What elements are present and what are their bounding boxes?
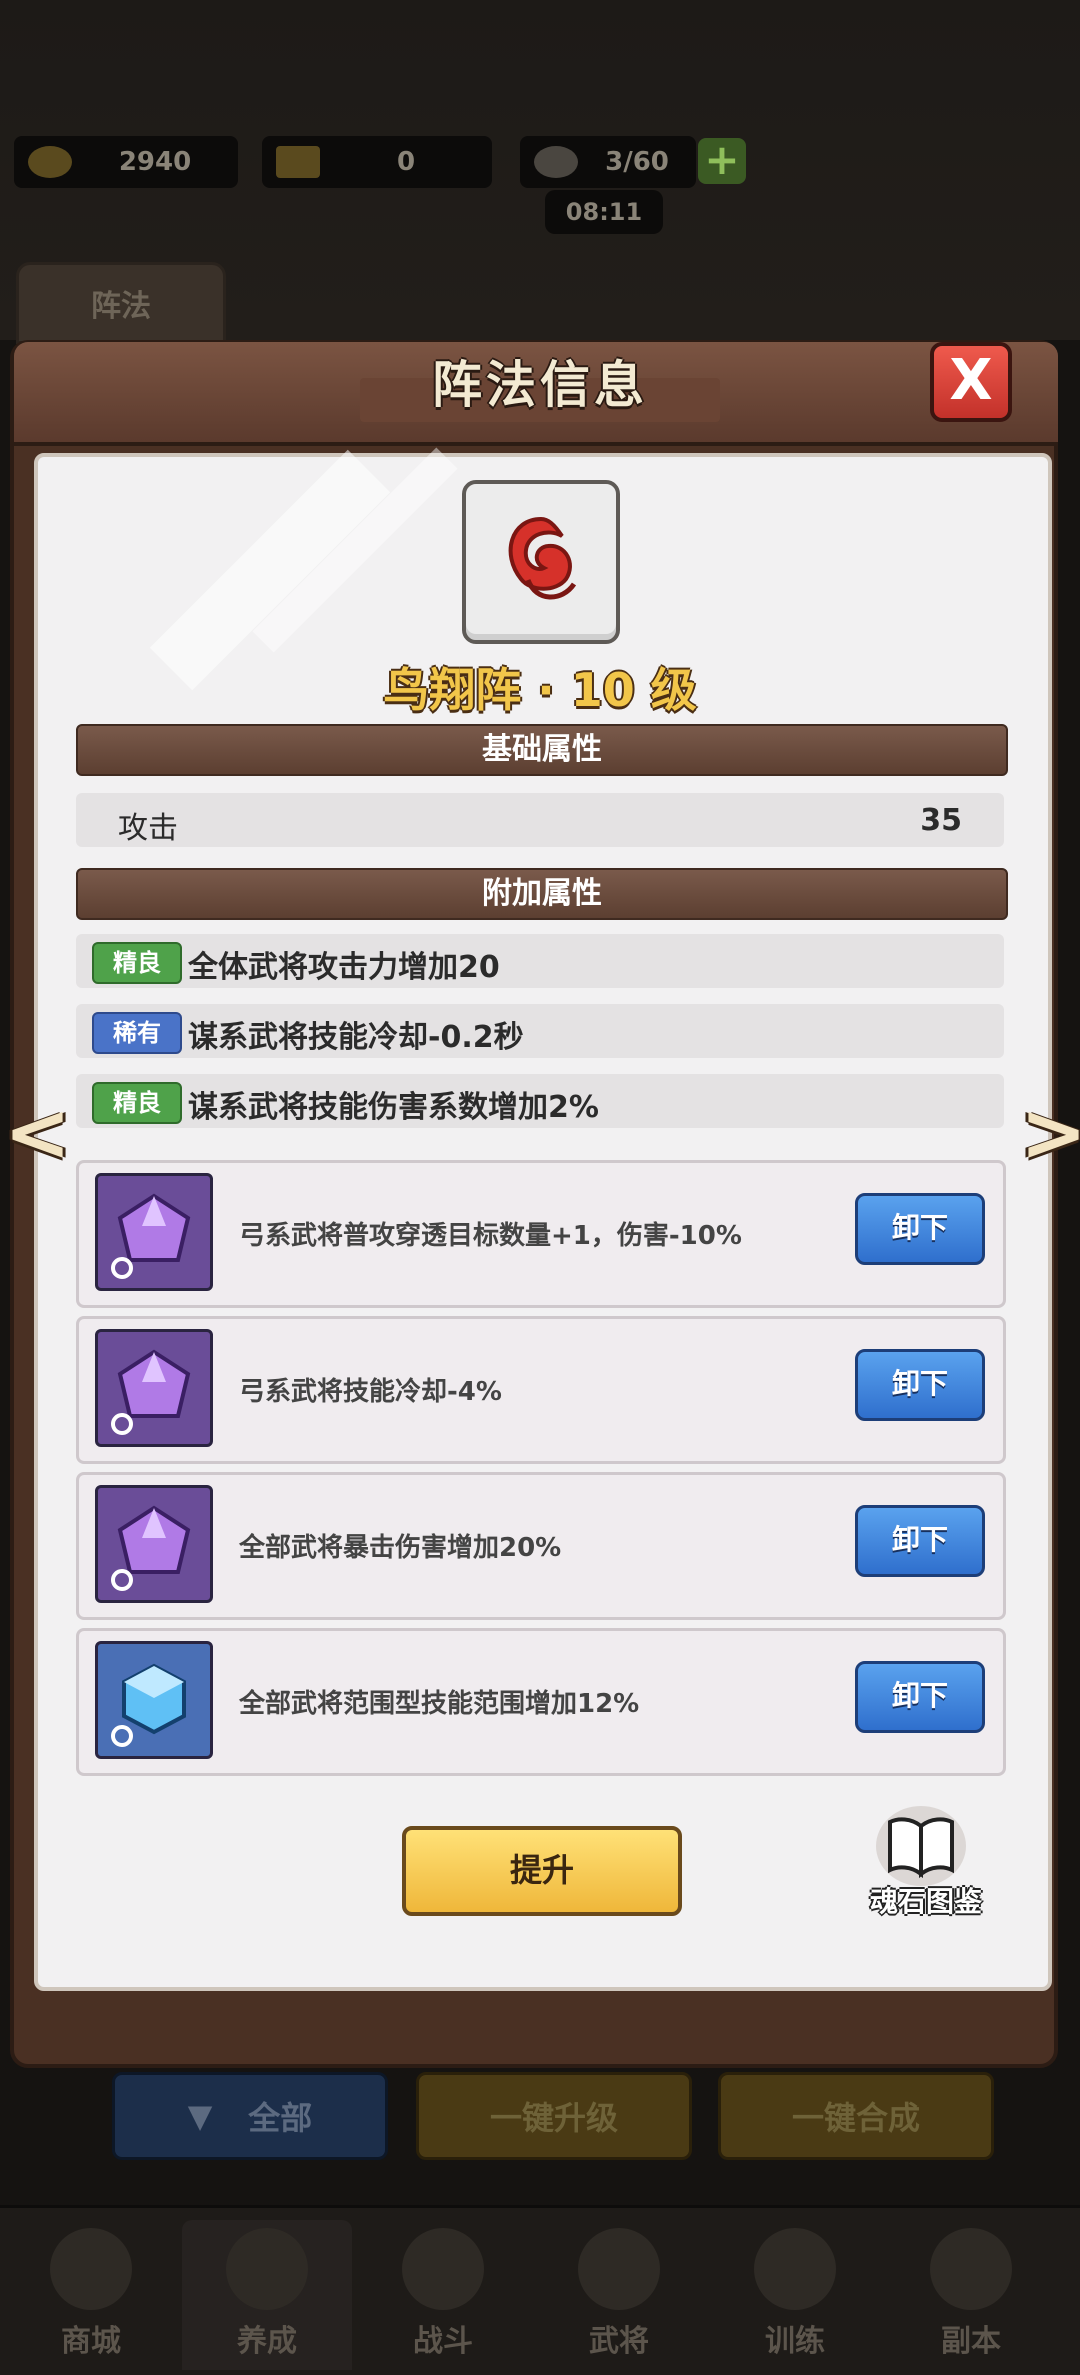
- purple-gem-icon: [111, 1193, 191, 1279]
- bonus-stat-row: 精良 全体武将攻击力增加20: [76, 934, 1004, 988]
- phoenix-icon: [508, 516, 577, 600]
- stat-label: 攻击: [118, 811, 178, 846]
- nav-label: 战斗: [413, 2324, 473, 2359]
- gem-slot[interactable]: [95, 1173, 213, 1291]
- dialog-title: 阵法信息: [432, 356, 648, 414]
- bonus-text: 谋系武将技能伤害系数增加2%: [188, 1090, 599, 1125]
- gem-slot[interactable]: [95, 1641, 213, 1759]
- base-attributes-header: 基础属性: [76, 724, 1008, 776]
- nav-battle[interactable]: 战斗: [358, 2220, 528, 2370]
- filter-all-button[interactable]: ▼ 全部: [112, 2072, 388, 2160]
- bonus-text: 谋系武将技能冷却-0.2秒: [188, 1020, 524, 1055]
- gem-slot[interactable]: [95, 1329, 213, 1447]
- formation-name: 鸟翔阵 · 10 级: [383, 663, 697, 717]
- gold-value: 2940: [118, 147, 192, 177]
- bun-icon: [534, 146, 578, 178]
- blue-gem-icon: [111, 1663, 186, 1747]
- unload-button[interactable]: 卸下: [855, 1193, 985, 1265]
- upgrade-button[interactable]: 提升: [402, 1826, 682, 1916]
- nav-label: 养成: [237, 2324, 297, 2359]
- rarity-badge: 精良: [92, 1082, 182, 1124]
- soul-stone-card: 全部武将暴击伤害增加20% 卸下: [76, 1472, 1006, 1620]
- close-button[interactable]: X: [930, 342, 1012, 422]
- ticket-counter: 0: [262, 136, 492, 188]
- ticket-icon: [276, 146, 320, 178]
- stamina-timer: 08:11: [545, 190, 663, 234]
- stamina-value: 3/60: [605, 147, 669, 177]
- nav-develop[interactable]: 养成: [182, 2220, 352, 2370]
- gem-slot[interactable]: [95, 1485, 213, 1603]
- bonus-stat-row: 稀有 谋系武将技能冷却-0.2秒: [76, 1004, 1004, 1058]
- rarity-badge: 稀有: [92, 1012, 182, 1054]
- shop-icon: [50, 2228, 132, 2310]
- gold-ingot-icon: [28, 146, 72, 178]
- soul-stone-desc: 全部武将暴击伤害增加20%: [239, 1533, 562, 1563]
- develop-icon: [226, 2228, 308, 2310]
- unload-button[interactable]: 卸下: [855, 1349, 985, 1421]
- ticket-value: 0: [396, 147, 416, 177]
- dungeon-icon: [930, 2228, 1012, 2310]
- helmet-icon: [578, 2228, 660, 2310]
- filter-all-label: 全部: [248, 2099, 313, 2137]
- stamina-counter: 3/60: [520, 136, 696, 188]
- soul-stone-desc: 弓系武将普攻穿透目标数量+1，伤害-10%: [239, 1221, 742, 1251]
- soul-stone-desc: 全部武将范围型技能范围增加12%: [239, 1689, 640, 1719]
- book-icon: [888, 1817, 954, 1879]
- stat-value: 35: [920, 803, 962, 838]
- formation-icon-box: [462, 480, 620, 644]
- rarity-badge: 精良: [92, 942, 182, 984]
- nav-generals[interactable]: 武将: [534, 2220, 704, 2370]
- prev-arrow[interactable]: <: [4, 1088, 71, 1180]
- gold-counter: 2940: [14, 136, 238, 188]
- base-stat-row: 攻击 35: [76, 793, 1004, 847]
- add-stamina-button[interactable]: +: [698, 138, 746, 184]
- training-icon: [754, 2228, 836, 2310]
- nav-label: 训练: [765, 2324, 825, 2359]
- tab-formation[interactable]: 阵法: [16, 262, 226, 344]
- one-key-upgrade-button[interactable]: 一键升级: [416, 2072, 692, 2160]
- next-arrow[interactable]: >: [1020, 1088, 1080, 1180]
- purple-gem-icon: [111, 1505, 191, 1591]
- nav-label: 副本: [941, 2324, 1001, 2359]
- bonus-text: 全体武将攻击力增加20: [188, 950, 500, 985]
- triangle-down-icon: ▼: [187, 2097, 213, 2135]
- soul-stone-card: 弓系武将技能冷却-4% 卸下: [76, 1316, 1006, 1464]
- nav-shop[interactable]: 商城: [6, 2220, 176, 2370]
- bonus-stat-row: 精良 谋系武将技能伤害系数增加2%: [76, 1074, 1004, 1128]
- purple-gem-icon: [111, 1349, 191, 1435]
- unload-button[interactable]: 卸下: [855, 1661, 985, 1733]
- tab-formation-label: 阵法: [91, 289, 151, 324]
- soul-stone-desc: 弓系武将技能冷却-4%: [239, 1377, 502, 1407]
- crossed-swords-icon: [402, 2228, 484, 2310]
- codex-book-icon[interactable]: [876, 1806, 966, 1886]
- nav-dungeon[interactable]: 副本: [886, 2220, 1056, 2370]
- nav-label: 武将: [589, 2324, 649, 2359]
- nav-label: 商城: [61, 2324, 121, 2359]
- soul-stone-card: 全部武将范围型技能范围增加12% 卸下: [76, 1628, 1006, 1776]
- close-icon: X: [949, 348, 993, 413]
- nav-training[interactable]: 训练: [710, 2220, 880, 2370]
- codex-label[interactable]: 魂石图鉴: [856, 1880, 996, 1920]
- unload-button[interactable]: 卸下: [855, 1505, 985, 1577]
- soul-stone-card: 弓系武将普攻穿透目标数量+1，伤害-10% 卸下: [76, 1160, 1006, 1308]
- one-key-merge-button[interactable]: 一键合成: [718, 2072, 994, 2160]
- bonus-attributes-header: 附加属性: [76, 868, 1008, 920]
